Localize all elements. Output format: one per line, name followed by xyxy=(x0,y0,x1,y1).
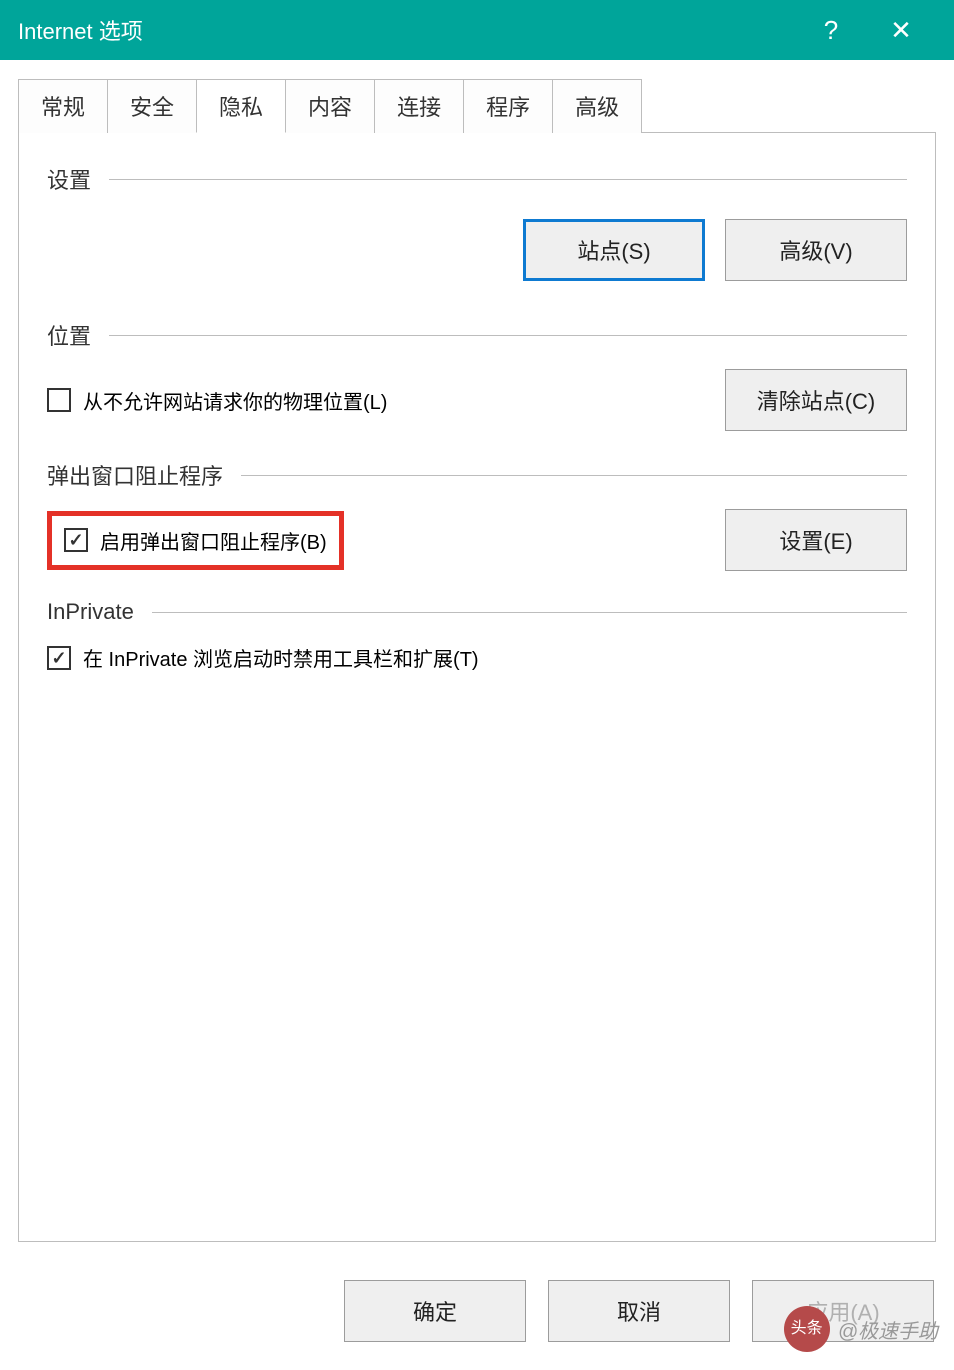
never-allow-location-checkbox-line: 从不允许网站请求你的物理位置(L) xyxy=(47,386,387,415)
section-location-label: 位置 xyxy=(47,319,91,351)
divider-icon xyxy=(109,179,907,180)
section-settings-heading: 设置 xyxy=(47,163,907,195)
enable-popup-blocker-label: 启用弹出窗口阻止程序(B) xyxy=(100,526,327,555)
divider-icon xyxy=(152,612,907,613)
inprivate-disable-ext-line: 在 InPrivate 浏览启动时禁用工具栏和扩展(T) xyxy=(47,643,907,672)
apply-button[interactable]: 应用(A) xyxy=(752,1280,934,1342)
tab-general[interactable]: 常规 xyxy=(18,79,108,133)
close-button[interactable]: ✕ xyxy=(866,15,936,46)
section-popup-heading: 弹出窗口阻止程序 xyxy=(47,459,907,491)
tab-strip: 常规 安全 隐私 内容 连接 程序 高级 xyxy=(18,78,936,132)
ok-button-label: 确定 xyxy=(413,1300,457,1325)
clear-sites-button[interactable]: 清除站点(C) xyxy=(725,369,907,431)
popup-settings-button[interactable]: 设置(E) xyxy=(725,509,907,571)
cancel-button-label: 取消 xyxy=(617,1300,661,1325)
section-inprivate-heading: InPrivate xyxy=(47,599,907,625)
apply-button-label: 应用(A) xyxy=(806,1300,879,1325)
tab-panel-privacy: 设置 站点(S) 高级(V) 位置 从不允许网站请求你的物理位置(L) 清除站点… xyxy=(18,132,936,1242)
tab-general-label: 常规 xyxy=(41,95,85,120)
popup-settings-button-label: 设置(E) xyxy=(779,529,852,554)
location-row: 从不允许网站请求你的物理位置(L) 清除站点(C) xyxy=(47,369,907,431)
tab-security-label: 安全 xyxy=(130,95,174,120)
inprivate-row: 在 InPrivate 浏览启动时禁用工具栏和扩展(T) xyxy=(47,643,907,672)
section-popup-label: 弹出窗口阻止程序 xyxy=(47,459,223,491)
sites-button-label: 站点(S) xyxy=(577,239,650,264)
tab-security[interactable]: 安全 xyxy=(107,79,197,133)
cancel-button[interactable]: 取消 xyxy=(548,1280,730,1342)
never-allow-location-label: 从不允许网站请求你的物理位置(L) xyxy=(83,386,387,415)
ok-button[interactable]: 确定 xyxy=(344,1280,526,1342)
tab-privacy[interactable]: 隐私 xyxy=(196,79,286,133)
never-allow-location-checkbox[interactable] xyxy=(47,388,71,412)
dialog-body: 常规 安全 隐私 内容 连接 程序 高级 设置 站点(S) 高级(V) 位置 从… xyxy=(0,60,954,1242)
highlight-annotation: 启用弹出窗口阻止程序(B) xyxy=(47,511,344,570)
divider-icon xyxy=(241,475,907,476)
tab-advanced[interactable]: 高级 xyxy=(552,79,642,133)
tab-content[interactable]: 内容 xyxy=(285,79,375,133)
tab-privacy-label: 隐私 xyxy=(219,95,263,120)
section-inprivate-label: InPrivate xyxy=(47,599,134,625)
inprivate-disable-ext-label: 在 InPrivate 浏览启动时禁用工具栏和扩展(T) xyxy=(83,643,479,672)
titlebar: Internet 选项 ? ✕ xyxy=(0,0,954,60)
sites-button[interactable]: 站点(S) xyxy=(523,219,705,281)
window-title: Internet 选项 xyxy=(18,14,796,46)
enable-popup-blocker-checkbox[interactable] xyxy=(64,528,88,552)
dialog-footer: 确定 取消 应用(A) xyxy=(0,1256,954,1370)
settings-button-row: 站点(S) 高级(V) xyxy=(47,219,907,281)
tab-programs-label: 程序 xyxy=(486,95,530,120)
help-button[interactable]: ? xyxy=(796,15,866,46)
settings-advanced-button[interactable]: 高级(V) xyxy=(725,219,907,281)
tab-content-label: 内容 xyxy=(308,95,352,120)
tab-advanced-label: 高级 xyxy=(575,95,619,120)
inprivate-disable-ext-checkbox[interactable] xyxy=(47,646,71,670)
tab-connections[interactable]: 连接 xyxy=(374,79,464,133)
section-settings-label: 设置 xyxy=(47,163,91,195)
clear-sites-button-label: 清除站点(C) xyxy=(757,389,876,414)
section-location-heading: 位置 xyxy=(47,319,907,351)
tab-programs[interactable]: 程序 xyxy=(463,79,553,133)
popup-row: 启用弹出窗口阻止程序(B) 设置(E) xyxy=(47,509,907,571)
tab-connections-label: 连接 xyxy=(397,95,441,120)
divider-icon xyxy=(109,335,907,336)
settings-advanced-button-label: 高级(V) xyxy=(779,239,852,264)
